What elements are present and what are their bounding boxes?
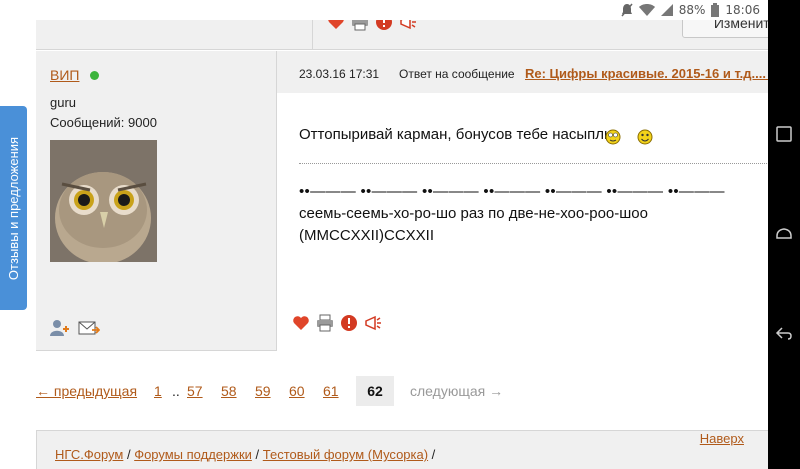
back-icon[interactable] bbox=[774, 324, 794, 344]
page: Изменить ВИП guru Сообщений: 9000 bbox=[0, 0, 800, 469]
navigation-bar bbox=[768, 0, 800, 469]
signal-icon bbox=[660, 4, 673, 16]
page-link-60[interactable]: 60 bbox=[289, 383, 305, 399]
breadcrumb-forum-home[interactable]: НГС.Форум bbox=[55, 447, 123, 462]
author-name-link[interactable]: ВИП bbox=[50, 67, 79, 83]
breadcrumb-separator: / bbox=[251, 447, 263, 462]
status-icons: 88% 18:06 bbox=[621, 2, 760, 18]
status-bar: 88% 18:06 bbox=[0, 0, 768, 20]
author-actions bbox=[50, 319, 100, 337]
page-link-57[interactable]: 57 bbox=[187, 383, 203, 399]
battery-percent: 88% bbox=[678, 3, 706, 17]
post-text-line: сеемь-сеемь-хо-ро-шо раз по две-не-хоо-р… bbox=[299, 205, 648, 222]
next-page-label: следующая → bbox=[410, 383, 504, 399]
author-post-count: Сообщений: 9000 bbox=[50, 115, 157, 130]
breadcrumb-separator: / bbox=[123, 447, 135, 462]
clock: 18:06 bbox=[725, 3, 760, 17]
send-message-icon[interactable] bbox=[78, 319, 100, 337]
recent-apps-icon[interactable] bbox=[774, 124, 794, 144]
feedback-tab-label: Отзывы и предложения bbox=[6, 136, 22, 280]
quote-separator bbox=[299, 163, 768, 164]
breadcrumb-support-forums[interactable]: Форумы поддержки bbox=[134, 447, 252, 462]
author-rank: guru bbox=[50, 95, 77, 110]
battery-icon bbox=[711, 3, 720, 17]
forum-footer: Наверх НГС.Форум / Форумы поддержки / Те… bbox=[36, 430, 768, 469]
breadcrumb: НГС.Форум / Форумы поддержки / Тестовый … bbox=[55, 447, 435, 462]
page-link-1[interactable]: 1 bbox=[154, 383, 162, 399]
breadcrumb-separator: / bbox=[428, 447, 436, 462]
home-icon[interactable] bbox=[774, 224, 794, 244]
forum-content: Изменить ВИП guru Сообщений: 9000 bbox=[0, 0, 768, 469]
page-link-58[interactable]: 58 bbox=[221, 383, 237, 399]
add-friend-icon[interactable] bbox=[50, 319, 70, 337]
post-header: 23.03.16 17:31 Ответ на сообщение Re: Ци… bbox=[277, 51, 768, 93]
post-text-line: ••——— ••——— ••——— ••——— ••——— ••——— ••——… bbox=[299, 183, 725, 200]
post-actions bbox=[291, 313, 383, 333]
post-body: Оттопыривай карман, бонусов тебе насыплю… bbox=[277, 93, 768, 351]
megaphone-icon[interactable] bbox=[363, 313, 383, 333]
reply-label: Ответ на сообщение bbox=[399, 67, 515, 81]
forum-post: ВИП guru Сообщений: 9000 23.03.16 17:31 … bbox=[36, 51, 768, 351]
avatar bbox=[50, 140, 157, 262]
post-text-line: Оттопыривай карман, бонусов тебе насыплю bbox=[299, 126, 616, 143]
owl-avatar-image bbox=[50, 140, 157, 262]
smiley-wink-icon bbox=[605, 129, 621, 145]
print-icon[interactable] bbox=[315, 313, 335, 333]
page-link-61[interactable]: 61 bbox=[323, 383, 339, 399]
post-text-line: (MMCCXXII)CCXXII bbox=[299, 227, 434, 244]
post-date: 23.03.16 17:31 bbox=[299, 67, 380, 81]
breadcrumb-test-forum[interactable]: Тестовый форум (Мусорка) bbox=[263, 447, 428, 462]
online-status-icon bbox=[90, 71, 99, 80]
smiley-happy-icon bbox=[637, 129, 653, 145]
current-page: 62 bbox=[356, 376, 394, 406]
post-content-column: 23.03.16 17:31 Ответ на сообщение Re: Ци… bbox=[276, 51, 768, 351]
reply-to-link[interactable]: Re: Цифры красивые. 2015-16 и т.д.... М bbox=[525, 66, 768, 81]
feedback-tab[interactable]: Отзывы и предложения bbox=[0, 106, 27, 310]
page-ellipsis: .. bbox=[172, 383, 180, 399]
prev-page-link[interactable]: ← предыдущая bbox=[36, 383, 137, 399]
page-link-59[interactable]: 59 bbox=[255, 383, 271, 399]
post-author-column: ВИП guru Сообщений: 9000 bbox=[36, 51, 276, 351]
notification-muted-icon bbox=[621, 3, 633, 17]
back-to-top-link[interactable]: Наверх bbox=[700, 431, 744, 446]
heart-icon[interactable] bbox=[291, 313, 311, 333]
report-icon[interactable] bbox=[339, 313, 359, 333]
wifi-icon bbox=[638, 4, 655, 16]
